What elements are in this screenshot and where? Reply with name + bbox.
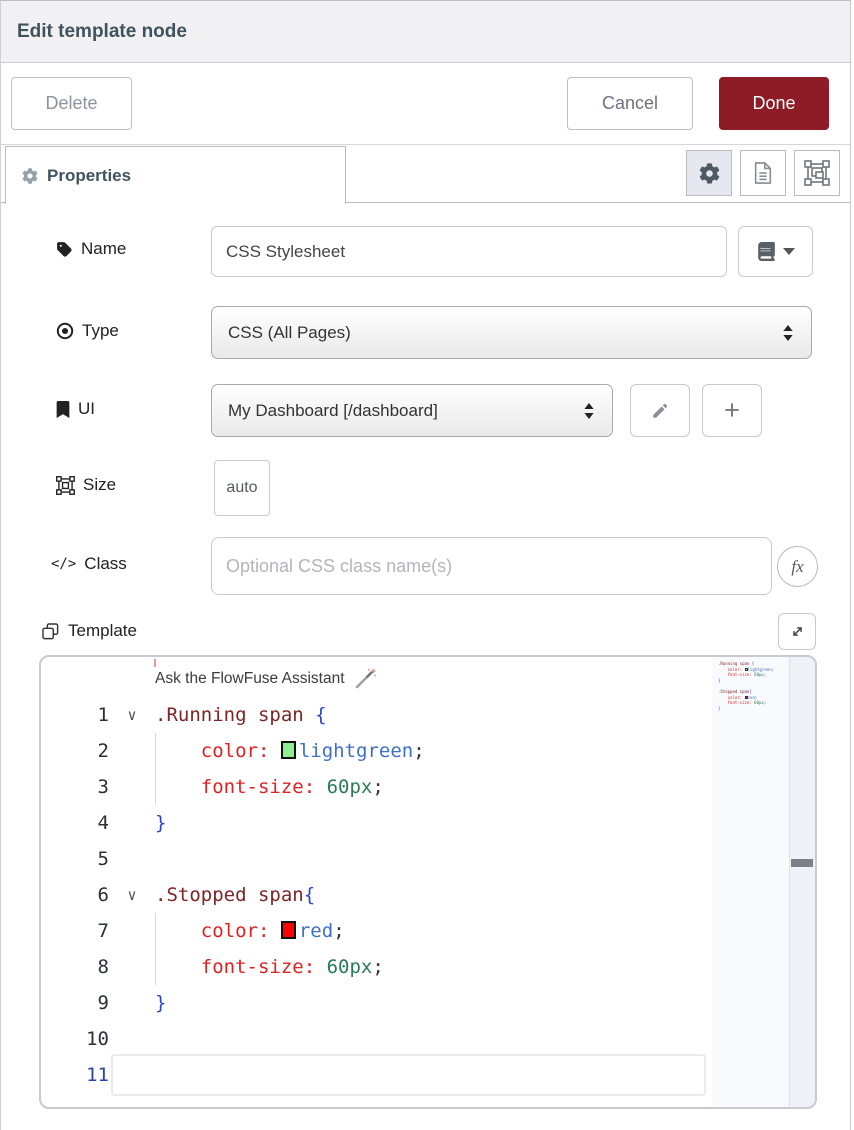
type-select[interactable]: CSS (All Pages) [211,306,812,359]
code-text: } [155,812,166,834]
code-lines: 1∨.Running span {2 color: lightgreen;3 f… [41,697,708,1093]
code-line[interactable]: 6∨.Stopped span{ [41,877,708,913]
line-number: 3 [41,776,109,798]
chevron-down-icon [783,248,795,255]
tab-properties-label: Properties [47,166,131,186]
code-line[interactable]: 2 color: lightgreen; [41,733,708,769]
expand-editor-button[interactable] [778,613,816,650]
line-number: 11 [41,1064,109,1086]
object-group-icon [56,476,75,495]
line-number: 9 [41,992,109,1014]
book-icon [757,242,776,261]
dialog-title: Edit template node [17,21,187,43]
magic-wand-icon [354,668,376,690]
delete-button[interactable]: Delete [11,77,132,130]
type-select-value: CSS (All Pages) [228,323,781,343]
template-label: Template [41,621,137,641]
gear-icon [22,168,38,184]
node-appearance-button[interactable] [794,150,840,196]
node-description-button[interactable] [740,150,786,196]
updown-caret-icon [781,322,795,344]
line-number: 8 [41,956,109,978]
name-label: Name [56,239,126,259]
code-text: color: red; [155,920,345,942]
fold-chevron-icon[interactable]: ∨ [109,706,155,724]
size-label: Size [56,475,116,495]
size-auto-button[interactable]: auto [214,460,270,516]
code-line[interactable]: 3 font-size: 60px; [41,769,708,805]
minimap-code: .Running span { color: lightgreen; font-… [712,657,793,723]
assistant-hint-text: Ask the FlowFuse Assistant [155,670,345,688]
type-label: Type [56,321,119,341]
dialog-header: Edit template node [1,1,850,63]
fold-chevron-icon[interactable]: ∨ [109,886,155,904]
library-button[interactable] [738,226,813,277]
expand-icon [789,623,806,640]
add-ui-button[interactable]: + [702,384,762,437]
code-line[interactable]: 5 [41,841,708,877]
code-line[interactable]: 10 [41,1021,708,1057]
plus-icon: + [724,395,740,426]
object-group-icon [804,160,830,186]
minimap-line [718,717,793,723]
done-button[interactable]: Done [719,77,829,130]
pencil-icon [651,402,669,420]
ui-select-value: My Dashboard [/dashboard] [228,401,582,421]
class-input[interactable] [211,537,772,595]
name-input[interactable] [211,226,727,277]
line-number: 7 [41,920,109,942]
code-text: .Running span { [155,704,327,726]
color-swatch[interactable] [281,921,296,939]
circle-dot-icon [56,322,74,340]
scrollbar-thumb[interactable] [791,859,813,867]
edit-template-node-dialog: Edit template node Delete Cancel Done Pr… [0,0,851,1130]
line-number: 10 [41,1028,109,1050]
code-line[interactable]: 4} [41,805,708,841]
line-number: 1 [41,704,109,726]
code-line[interactable]: 7 color: red; [41,913,708,949]
document-icon [752,161,774,185]
copy-icon [41,622,60,641]
line-number: 2 [41,740,109,762]
code-text: font-size: 60px; [155,776,384,798]
color-swatch[interactable] [281,741,296,759]
code-text: color: lightgreen; [155,740,425,762]
code-text: font-size: 60px; [155,956,384,978]
tab-bar: Properties [1,146,850,203]
code-line[interactable]: 1∨.Running span { [41,697,708,733]
editor-minimap[interactable]: .Running span { color: lightgreen; font-… [712,657,793,1107]
ui-label: UI [56,399,95,419]
fx-icon: fx [791,557,803,577]
gear-icon [699,163,720,184]
dialog-toolbar: Delete Cancel Done [1,64,850,145]
tab-properties[interactable]: Properties [5,146,346,204]
assistant-hint[interactable]: Ask the FlowFuse Assistant [41,661,708,697]
bookmark-icon [56,401,70,418]
line-number: 5 [41,848,109,870]
code-line[interactable]: 11 [41,1057,708,1093]
code-line[interactable]: 8 font-size: 60px; [41,949,708,985]
ui-select[interactable]: My Dashboard [/dashboard] [211,384,613,437]
editor-scrollbar[interactable] [789,657,815,1107]
edit-ui-button[interactable] [630,384,690,437]
node-properties-button[interactable] [686,150,732,196]
line-number: 4 [41,812,109,834]
code-line[interactable]: 9} [41,985,708,1021]
tag-icon [56,241,73,258]
fx-expression-button[interactable]: fx [777,546,818,587]
code-text: } [155,992,166,1014]
line-number: 6 [41,884,109,906]
code-text: .Stopped span{ [155,884,315,906]
class-label: </> Class [51,554,127,574]
cancel-button[interactable]: Cancel [567,77,693,130]
updown-caret-icon [582,400,596,422]
template-code-editor[interactable]: Ask the FlowFuse Assistant 1∨.Running sp… [39,655,817,1109]
code-brackets-icon: </> [51,556,76,572]
